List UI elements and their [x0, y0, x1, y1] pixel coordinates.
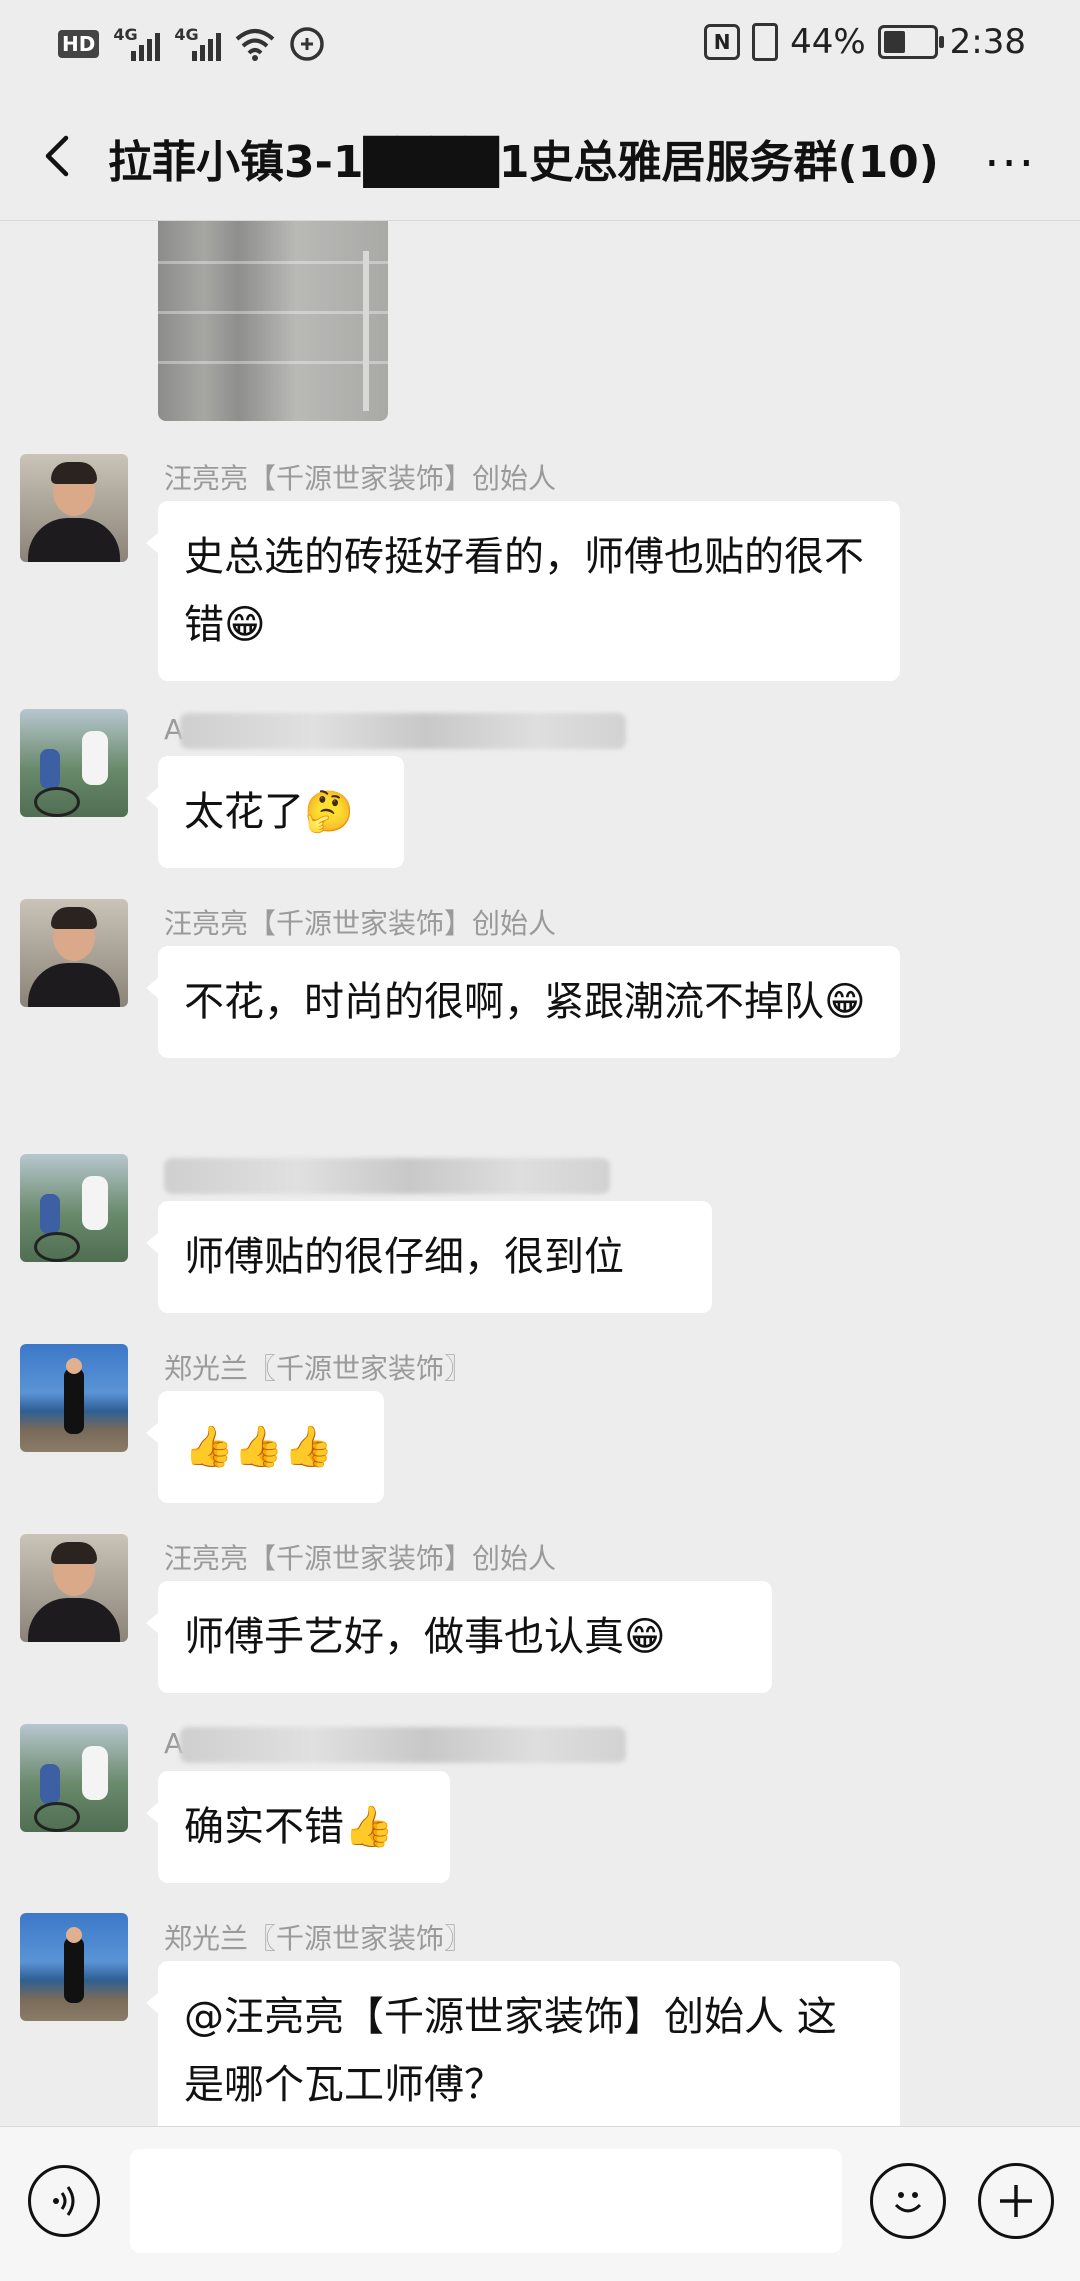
- input-bar: [0, 2126, 1080, 2281]
- message-bubble[interactable]: 确实不错👍: [146, 1771, 450, 1883]
- signal-icon: 4G: [113, 25, 161, 61]
- sender-name: 郑光兰〖千源世家装饰〗: [164, 1352, 473, 1385]
- emoji-icon[interactable]: [870, 2163, 946, 2239]
- message-bubble[interactable]: 👍👍👍: [146, 1391, 384, 1503]
- sender-name: 郑光兰〖千源世家装饰〗: [164, 1922, 473, 1955]
- battery-percent: 44%: [790, 22, 866, 62]
- avatar[interactable]: [20, 1534, 128, 1642]
- avatar[interactable]: [20, 709, 128, 817]
- message-bubble[interactable]: @汪亮亮【千源世家装饰】创始人 这是哪个瓦工师傅？: [146, 1961, 900, 2126]
- clock: 2:38: [949, 22, 1026, 62]
- message-bubble[interactable]: 师傅手艺好，做事也认真😁: [146, 1581, 772, 1693]
- status-left-icons: HD 4G 4G: [58, 25, 325, 62]
- chat-header: 拉菲小镇3-1████1史总雅居服务群(10) ···: [0, 92, 1080, 221]
- vibrate-icon: [752, 23, 779, 61]
- blurred-name: [180, 713, 626, 749]
- message-bubble[interactable]: 史总选的砖挺好看的，师傅也贴的很不错😁: [146, 501, 900, 681]
- message-input[interactable]: [130, 2149, 842, 2253]
- avatar[interactable]: [20, 1344, 128, 1452]
- sender-name: 汪亮亮【千源世家装饰】创始人: [164, 462, 557, 495]
- blurred-name: [164, 1158, 610, 1194]
- avatar[interactable]: [20, 1724, 128, 1832]
- image-message[interactable]: [158, 221, 388, 421]
- avatar[interactable]: [20, 1154, 128, 1262]
- avatar[interactable]: [20, 454, 128, 562]
- sender-name: 汪亮亮【千源世家装饰】创始人: [164, 1542, 557, 1575]
- plus-icon[interactable]: [978, 2163, 1054, 2239]
- status-bar: HD 4G 4G N 44% 2:38: [0, 0, 1080, 92]
- blurred-name: [180, 1727, 626, 1763]
- hd-voice-icon: HD: [58, 30, 100, 58]
- voice-icon[interactable]: [28, 2165, 100, 2237]
- chat-title: 拉菲小镇3-1████1史总雅居服务群(10): [108, 137, 939, 188]
- battery-icon: [877, 25, 944, 59]
- message-bubble[interactable]: 师傅贴的很仔细，很到位: [146, 1201, 712, 1313]
- message-list[interactable]: 汪亮亮【千源世家装饰】创始人 史总选的砖挺好看的，师傅也贴的很不错😁 A 太花了…: [0, 221, 1080, 2126]
- signal-icon: 4G: [174, 25, 222, 61]
- nfc-icon: N: [704, 24, 741, 60]
- back-arrow-icon[interactable]: [30, 128, 86, 184]
- data-saver-icon: [290, 27, 325, 61]
- message-bubble[interactable]: 不花，时尚的很啊，紧跟潮流不掉队😁: [146, 946, 900, 1058]
- status-right-icons: N 44% 2:38: [704, 22, 1026, 62]
- avatar[interactable]: [20, 1913, 128, 2021]
- sender-name: 汪亮亮【千源世家装饰】创始人: [164, 907, 557, 940]
- more-dots-icon[interactable]: ···: [984, 136, 1036, 192]
- wifi-icon: [236, 29, 275, 61]
- message-bubble[interactable]: 太花了🤔: [146, 756, 404, 868]
- avatar[interactable]: [20, 899, 128, 1007]
